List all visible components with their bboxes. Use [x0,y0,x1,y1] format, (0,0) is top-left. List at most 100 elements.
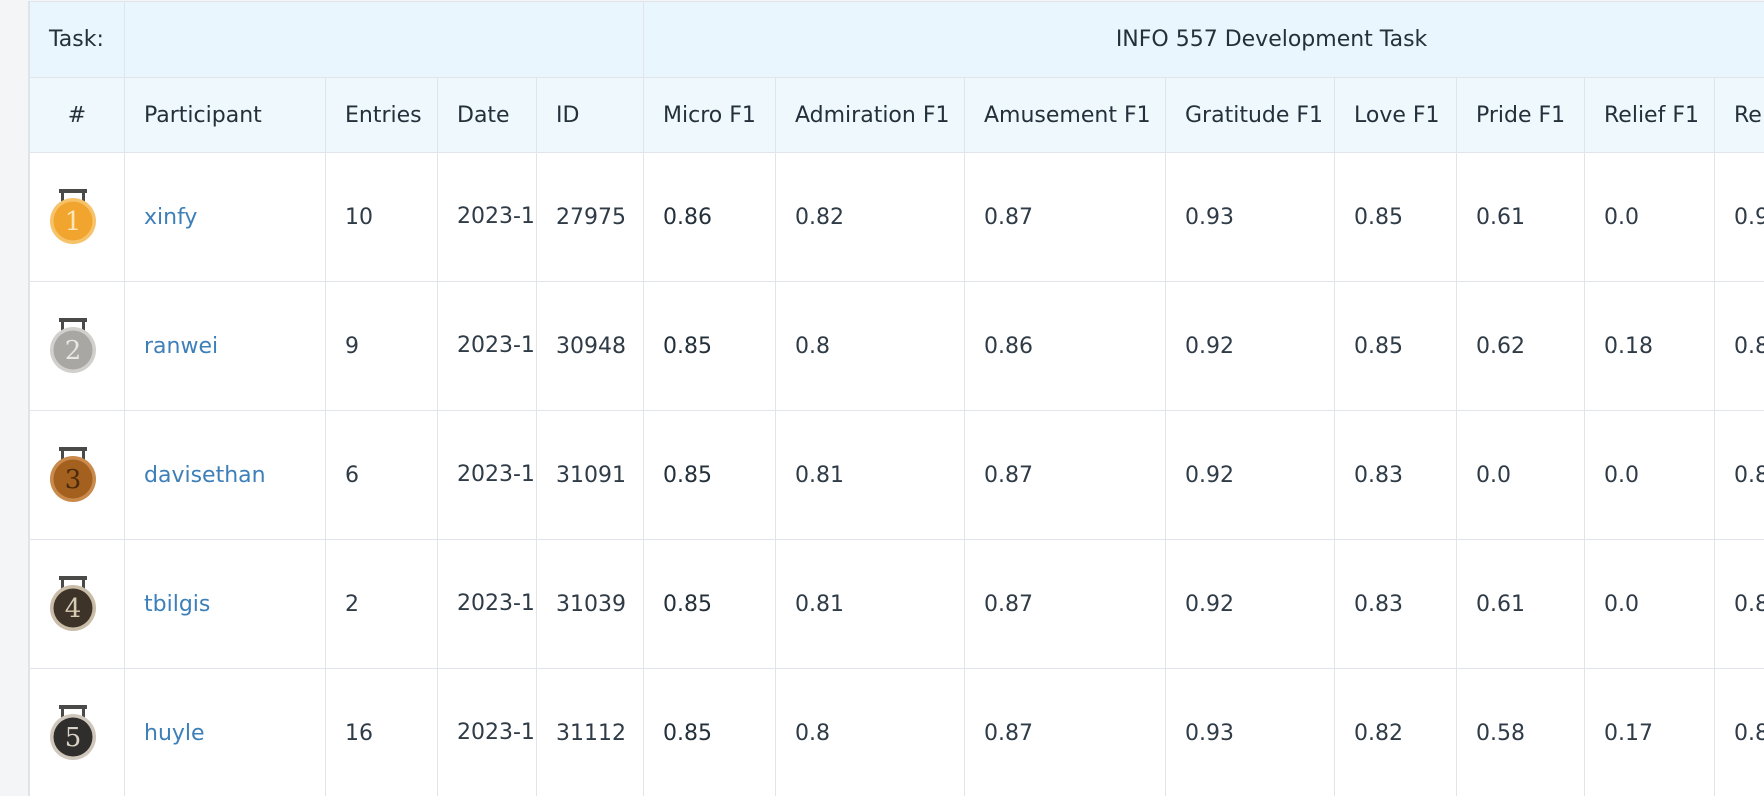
entries-cell: 10 [325,152,438,282]
pride-f1-cell: 0.58 [1456,668,1585,796]
micro-f1-cell: 0.85 [643,539,776,669]
remorse-f1-cell: 0.8 [1713,410,1764,540]
entries-cell: 2 [325,539,438,669]
id-cell: 31112 [536,668,644,796]
micro-f1-cell: 0.85 [643,668,776,796]
id-cell: 31091 [536,410,644,540]
relief-f1-cell: 0.17 [1584,668,1715,796]
column-header-admiration-f1[interactable]: Admiration F1 [775,77,965,153]
svg-text:4: 4 [65,594,82,624]
pride-f1-cell: 0.0 [1456,410,1585,540]
amusement-f1-cell: 0.87 [964,410,1166,540]
svg-text:5: 5 [65,723,82,753]
admiration-f1-cell: 0.8 [775,668,965,796]
leaderboard-table: Task: INFO 557 Development Task # Partic… [29,1,1764,796]
svg-text:1: 1 [65,207,82,237]
amusement-f1-cell: 0.86 [964,281,1166,411]
table-row: 2 ranwei 9 2023-12-03 04:42 30948 0.85 0… [29,281,1764,411]
entries-cell: 16 [325,668,438,796]
remorse-f1-cell: 0.8 [1713,668,1764,796]
rank-cell: 3 [29,410,125,540]
gratitude-f1-cell: 0.93 [1165,152,1335,282]
love-f1-cell: 0.83 [1334,539,1457,669]
participant-cell: tbilgis [124,539,326,669]
amusement-f1-cell: 0.87 [964,539,1166,669]
participant-cell: xinfy [124,152,326,282]
column-header-id[interactable]: ID [536,77,644,153]
participant-link[interactable]: davisethan [144,463,266,488]
table-row: 5 huyle 16 2023-12-04 08:24 31112 0.85 0… [29,668,1764,796]
column-header-rank[interactable]: # [29,77,125,153]
date-cell: 2023-10-27 09:57 [437,152,537,282]
column-header-entries[interactable]: Entries [325,77,438,153]
admiration-f1-cell: 0.81 [775,410,965,540]
remorse-f1-cell: 0.8 [1713,539,1764,669]
admiration-f1-cell: 0.8 [775,281,965,411]
task-label: Task: [29,1,125,78]
participant-cell: ranwei [124,281,326,411]
love-f1-cell: 0.82 [1334,668,1457,796]
participant-link[interactable]: ranwei [144,334,218,359]
remorse-f1-cell: 0.9 [1713,152,1764,282]
id-cell: 27975 [536,152,644,282]
task-spacer [124,1,644,78]
rank-cell: 5 [29,668,125,796]
pride-f1-cell: 0.62 [1456,281,1585,411]
participant-cell: davisethan [124,410,326,540]
rank-cell: 4 [29,539,125,669]
fifth-place-medal-icon: 5 [50,705,96,760]
relief-f1-cell: 0.0 [1584,539,1715,669]
svg-text:3: 3 [65,465,82,495]
column-header-relief-f1[interactable]: Relief F1 [1584,77,1715,153]
date-cell: 2023-12-04 07:08 [437,410,537,540]
admiration-f1-cell: 0.81 [775,539,965,669]
column-header-gratitude-f1[interactable]: Gratitude F1 [1165,77,1335,153]
gratitude-f1-cell: 0.93 [1165,668,1335,796]
silver-medal-icon: 2 [50,318,96,373]
gratitude-f1-cell: 0.92 [1165,539,1335,669]
love-f1-cell: 0.85 [1334,152,1457,282]
column-header-love-f1[interactable]: Love F1 [1334,77,1457,153]
pride-f1-cell: 0.61 [1456,152,1585,282]
amusement-f1-cell: 0.87 [964,668,1166,796]
micro-f1-cell: 0.85 [643,281,776,411]
pride-f1-cell: 0.61 [1456,539,1585,669]
column-header-remorse-f1[interactable]: Re [1713,77,1764,153]
love-f1-cell: 0.83 [1334,410,1457,540]
table-row: 1 xinfy 10 2023-10-27 09:57 27975 0.86 0… [29,152,1764,282]
id-cell: 31039 [536,539,644,669]
bronze-medal-icon: 3 [50,447,96,502]
remorse-f1-cell: 0.8 [1713,281,1764,411]
participant-link[interactable]: tbilgis [144,592,210,617]
participant-cell: huyle [124,668,326,796]
id-cell: 30948 [536,281,644,411]
gratitude-f1-cell: 0.92 [1165,410,1335,540]
amusement-f1-cell: 0.87 [964,152,1166,282]
relief-f1-cell: 0.18 [1584,281,1715,411]
participant-link[interactable]: xinfy [144,205,197,230]
date-cell: 2023-12-04 08:24 [437,668,537,796]
table-row: 3 davisethan 6 2023-12-04 07:08 31091 0.… [29,410,1764,540]
date-cell: 2023-12-03 04:42 [437,281,537,411]
column-header-date[interactable]: Date [437,77,537,153]
column-header-pride-f1[interactable]: Pride F1 [1456,77,1585,153]
leaderboard-panel[interactable]: Task: INFO 557 Development Task # Partic… [28,1,1764,796]
gratitude-f1-cell: 0.92 [1165,281,1335,411]
relief-f1-cell: 0.0 [1584,152,1715,282]
entries-cell: 6 [325,410,438,540]
love-f1-cell: 0.85 [1334,281,1457,411]
rank-cell: 1 [29,152,125,282]
column-header-amusement-f1[interactable]: Amusement F1 [964,77,1166,153]
column-header-row: # Participant Entries Date ID Micro F1 A… [29,77,1764,153]
task-title: INFO 557 Development Task [642,1,1764,78]
admiration-f1-cell: 0.82 [775,152,965,282]
column-header-participant[interactable]: Participant [124,77,326,153]
rank-cell: 2 [29,281,125,411]
participant-link[interactable]: huyle [144,721,205,746]
task-header-row: Task: INFO 557 Development Task [29,1,1764,78]
date-cell: 2023-12-04 00:50 [437,539,537,669]
fourth-place-medal-icon: 4 [50,576,96,631]
entries-cell: 9 [325,281,438,411]
column-header-micro-f1[interactable]: Micro F1 [643,77,776,153]
micro-f1-cell: 0.86 [643,152,776,282]
